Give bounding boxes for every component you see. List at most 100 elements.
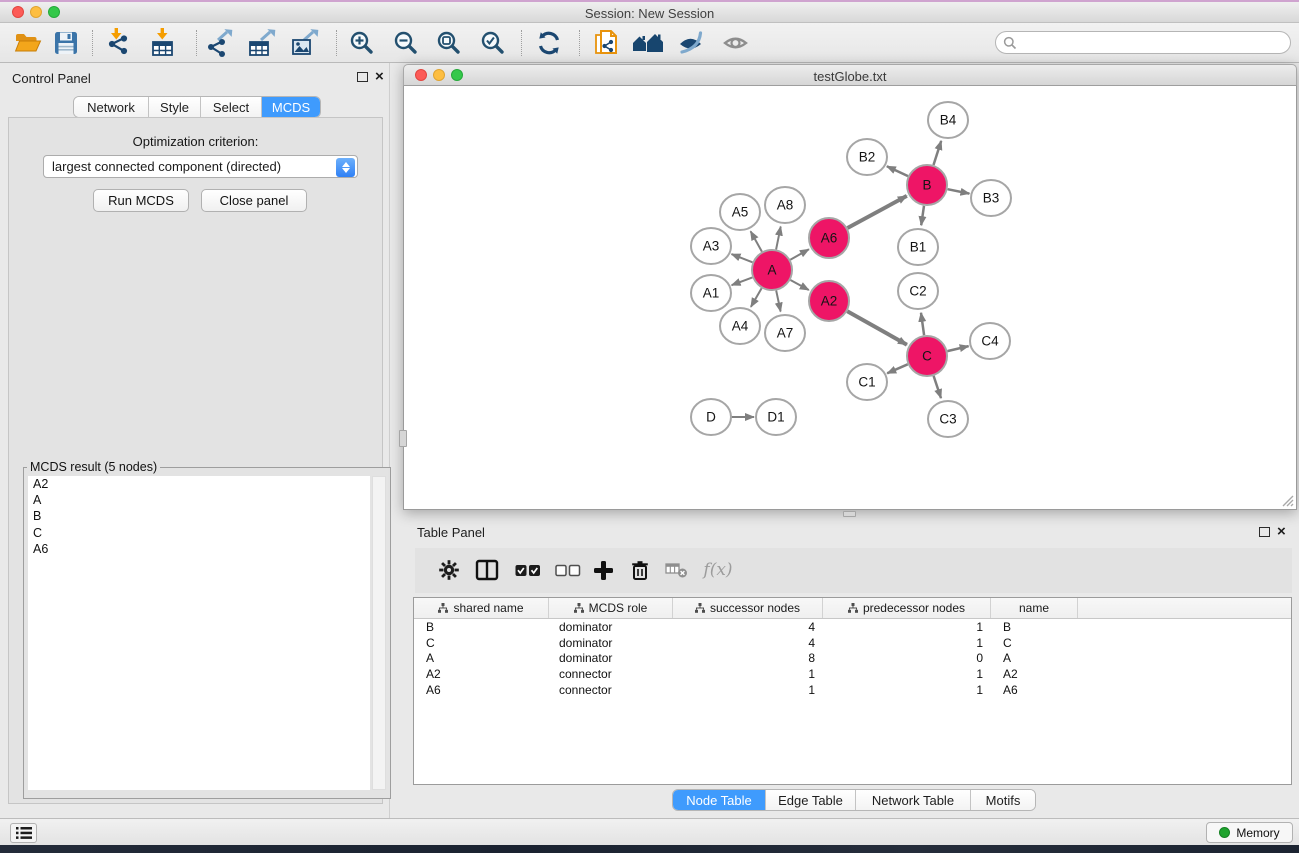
column-header-successor-nodes[interactable]: successor nodes: [673, 598, 823, 618]
graph-node-A3[interactable]: A3: [691, 228, 731, 264]
graph-node-A6[interactable]: A6: [809, 218, 849, 258]
close-panel-icon[interactable]: ×: [375, 72, 384, 82]
delete-table-icon[interactable]: [661, 554, 693, 586]
export-network-icon[interactable]: [202, 26, 236, 60]
network-canvas[interactable]: B4B2BB3B1A5A8A6A3AA1C2A2A4A7C4CC1C3DD1: [403, 86, 1297, 510]
mcds-result-list[interactable]: A2 A B C A6: [28, 476, 370, 790]
search-field[interactable]: [995, 31, 1291, 54]
graph-node-A[interactable]: A: [752, 250, 792, 290]
table-row[interactable]: A6connector 11 A6: [414, 682, 1291, 698]
edge-A-A4[interactable]: [751, 288, 762, 307]
resize-grip-icon[interactable]: [1280, 493, 1294, 507]
edge-C-C4[interactable]: [947, 346, 968, 351]
first-neighbors-icon[interactable]: [631, 26, 665, 60]
zoom-fit-icon[interactable]: [432, 26, 466, 60]
import-network-icon[interactable]: [102, 26, 136, 60]
import-table-icon[interactable]: [147, 26, 181, 60]
column-header-shared-name[interactable]: shared name: [414, 598, 549, 618]
graph-node-A5[interactable]: A5: [720, 194, 760, 230]
float-panel-icon[interactable]: [1259, 527, 1270, 537]
criterion-select[interactable]: largest connected component (directed): [43, 155, 358, 178]
edge-A-A2[interactable]: [790, 280, 808, 290]
vertical-divider-grip[interactable]: [399, 430, 407, 447]
graph-node-B2[interactable]: B2: [847, 139, 887, 175]
column-header-predecessor-nodes[interactable]: predecessor nodes: [823, 598, 991, 618]
network-graph[interactable]: B4B2BB3B1A5A8A6A3AA1C2A2A4A7C4CC1C3DD1: [404, 86, 1296, 508]
tab-motifs[interactable]: Motifs: [971, 790, 1035, 810]
export-image-icon[interactable]: [288, 26, 322, 60]
graph-node-B[interactable]: B: [907, 165, 947, 205]
tab-style[interactable]: Style: [149, 97, 201, 117]
table-row[interactable]: Adominator 80 A: [414, 650, 1291, 666]
hide-graphics-details-icon[interactable]: [674, 26, 708, 60]
column-header-name[interactable]: name: [991, 598, 1078, 618]
edge-A-A6[interactable]: [790, 249, 809, 259]
delete-columns-icon[interactable]: [624, 554, 656, 586]
list-item[interactable]: C: [28, 525, 370, 541]
graph-node-C2[interactable]: C2: [898, 273, 938, 309]
list-item[interactable]: A: [28, 492, 370, 508]
search-input[interactable]: [1017, 36, 1267, 50]
select-stepper-icon[interactable]: [336, 158, 355, 177]
edge-C-C3[interactable]: [934, 376, 941, 398]
table-row[interactable]: A2connector 11 A2: [414, 666, 1291, 682]
memory-button[interactable]: Memory: [1206, 822, 1293, 843]
show-panels-button[interactable]: [10, 823, 37, 843]
deselect-all-icon[interactable]: [550, 554, 586, 586]
network-window-titlebar[interactable]: testGlobe.txt: [403, 64, 1297, 86]
tab-node-table[interactable]: Node Table: [673, 790, 766, 810]
apply-layout-icon[interactable]: [532, 26, 566, 60]
graph-node-A2[interactable]: A2: [809, 281, 849, 321]
graph-node-B1[interactable]: B1: [898, 229, 938, 265]
edge-B-B1[interactable]: [921, 206, 924, 225]
show-annotations-icon[interactable]: [719, 26, 753, 60]
edge-C-C1[interactable]: [887, 364, 908, 373]
scrollbar-track[interactable]: [372, 476, 386, 790]
table-row[interactable]: Cdominator 41 C: [414, 635, 1291, 651]
graph-node-B3[interactable]: B3: [971, 180, 1011, 216]
save-session-icon[interactable]: [49, 26, 83, 60]
edge-A6-B[interactable]: [848, 196, 907, 228]
edge-C-C2[interactable]: [921, 313, 924, 335]
graph-node-B4[interactable]: B4: [928, 102, 968, 138]
graph-node-A8[interactable]: A8: [765, 187, 805, 223]
edge-A-A3[interactable]: [732, 254, 753, 262]
edge-A2-C[interactable]: [847, 311, 907, 344]
export-table-icon[interactable]: [245, 26, 279, 60]
column-settings-icon[interactable]: [433, 554, 465, 586]
edge-A-A8[interactable]: [776, 227, 781, 250]
list-item[interactable]: B: [28, 508, 370, 524]
edge-B-B3[interactable]: [948, 189, 970, 193]
tab-select[interactable]: Select: [201, 97, 262, 117]
edge-A-A7[interactable]: [776, 291, 780, 312]
list-item[interactable]: A2: [28, 476, 370, 492]
tab-mcds[interactable]: MCDS: [262, 97, 320, 117]
graph-node-A4[interactable]: A4: [720, 308, 760, 344]
graph-node-C[interactable]: C: [907, 336, 947, 376]
add-column-icon[interactable]: [587, 554, 619, 586]
zoom-in-icon[interactable]: [345, 26, 379, 60]
run-mcds-button[interactable]: Run MCDS: [93, 189, 189, 212]
graph-node-A7[interactable]: A7: [765, 315, 805, 351]
edge-A-A1[interactable]: [732, 277, 753, 285]
list-item[interactable]: A6: [28, 541, 370, 557]
open-file-icon[interactable]: [11, 26, 45, 60]
close-panel-button[interactable]: Close panel: [201, 189, 307, 212]
float-panel-icon[interactable]: [357, 72, 368, 82]
edge-A-A5[interactable]: [751, 231, 762, 251]
tab-network-table[interactable]: Network Table: [856, 790, 971, 810]
edge-B-B2[interactable]: [887, 166, 908, 176]
column-header-mcds-role[interactable]: MCDS role: [549, 598, 673, 618]
close-panel-icon[interactable]: ×: [1277, 527, 1286, 537]
graph-node-C1[interactable]: C1: [847, 364, 887, 400]
graph-node-D1[interactable]: D1: [756, 399, 796, 435]
toggle-split-view-icon[interactable]: [471, 554, 503, 586]
network-file-icon[interactable]: [590, 26, 624, 60]
tab-network[interactable]: Network: [74, 97, 149, 117]
graph-node-D[interactable]: D: [691, 399, 731, 435]
table-row[interactable]: Bdominator 41 B: [414, 619, 1291, 635]
graph-node-C3[interactable]: C3: [928, 401, 968, 437]
edge-B-B4[interactable]: [934, 141, 942, 165]
zoom-selected-icon[interactable]: [476, 26, 510, 60]
select-all-icon[interactable]: [510, 554, 546, 586]
